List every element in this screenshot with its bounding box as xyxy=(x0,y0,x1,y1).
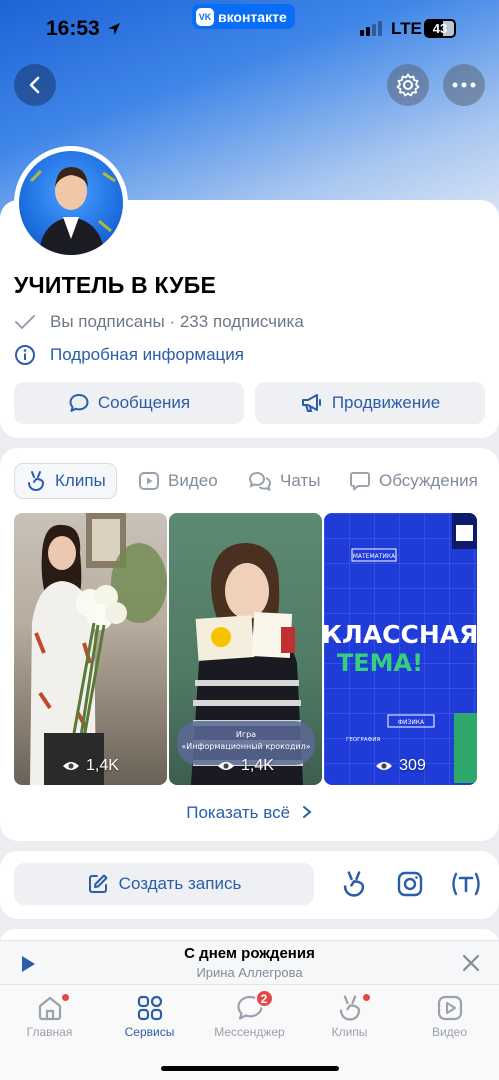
settings-button[interactable] xyxy=(387,64,429,106)
create-story-button[interactable] xyxy=(396,870,424,903)
svg-text:МАТЕМАТИКА: МАТЕМАТИКА xyxy=(353,553,396,560)
avatar[interactable] xyxy=(14,146,128,260)
video-icon xyxy=(437,995,462,1021)
video-icon xyxy=(139,472,159,490)
tab-discussions[interactable]: Обсуждения xyxy=(339,463,488,499)
nav-services[interactable]: Сервисы xyxy=(100,991,199,1039)
instagram-camera-icon xyxy=(397,871,423,897)
avatar-person-illustration xyxy=(29,167,116,255)
messenger-badge: 2 xyxy=(254,989,274,1008)
details-link[interactable]: Подробная информация xyxy=(14,344,244,366)
discussion-icon xyxy=(350,472,370,491)
nav-video[interactable]: Видео xyxy=(400,991,499,1039)
check-icon xyxy=(15,315,35,330)
create-broadcast-button[interactable] xyxy=(450,870,482,903)
bottom-navigation: Главная Сервисы 2 Мессенджер Клипы Видео xyxy=(0,984,499,1080)
more-button[interactable] xyxy=(443,64,485,106)
clips-icon xyxy=(28,471,45,492)
clip-2-image: Игра «Информационный крокодил» xyxy=(177,543,315,785)
player-track-title: С днем рождения xyxy=(184,945,315,962)
vk-logo-icon: VK xyxy=(196,7,214,26)
avatar-image xyxy=(19,151,123,255)
create-post-button[interactable]: Создать запись xyxy=(14,863,314,905)
clip-thumbnail-2[interactable]: Игра «Информационный крокодил» 1,4K xyxy=(169,513,322,785)
home-indicator xyxy=(161,1066,339,1071)
clip-1-image xyxy=(30,513,167,785)
clip-3-image: МАТЕМАТИКА КЛАССНАЯ ТЕМА! ФИЗИКА ГЕОГРАФ… xyxy=(324,513,477,785)
clip-thumbnail-1[interactable]: 1,4K xyxy=(14,513,167,785)
create-clip-button[interactable] xyxy=(340,870,368,903)
close-icon[interactable] xyxy=(462,954,480,972)
svg-text:«Информационный крокодил»: «Информационный крокодил» xyxy=(181,742,310,751)
tab-video[interactable]: Видео xyxy=(128,463,228,499)
svg-text:КЛАССНАЯ: КЛАССНАЯ xyxy=(324,620,477,649)
info-icon xyxy=(15,345,35,365)
nav-home[interactable]: Главная xyxy=(0,991,99,1039)
eye-icon xyxy=(376,762,393,770)
nav-messenger[interactable]: 2 Мессенджер xyxy=(200,989,299,1039)
vk-app-pill[interactable]: VK вконтакте xyxy=(192,4,295,29)
clip-views-1: 1,4K xyxy=(14,757,167,775)
tab-chats[interactable]: Чаты xyxy=(238,463,330,499)
tab-clips[interactable]: Клипы xyxy=(14,463,117,499)
mini-player[interactable]: С днем рождения Ирина Аллегрова xyxy=(0,940,499,984)
eye-icon xyxy=(63,762,80,770)
subscription-status: Вы подписаны · 233 подписчика xyxy=(14,312,304,332)
gear-icon xyxy=(396,73,420,97)
status-time: 16:53 xyxy=(46,17,122,41)
clip-views-2: 1,4K xyxy=(169,757,322,775)
chats-icon xyxy=(248,471,272,492)
svg-text:ФИЗИКА: ФИЗИКА xyxy=(398,719,425,726)
nav-clips[interactable]: Клипы xyxy=(300,991,399,1039)
clip-views-3: 309 xyxy=(324,757,477,775)
eye-icon xyxy=(218,762,235,770)
clip-thumbnail-3[interactable]: МАТЕМАТИКА КЛАССНАЯ ТЕМА! ФИЗИКА ГЕОГРАФ… xyxy=(324,513,477,785)
svg-text:Игра: Игра xyxy=(236,730,256,739)
services-icon xyxy=(137,995,162,1021)
back-button[interactable] xyxy=(14,64,56,106)
clips-icon xyxy=(339,995,360,1021)
chevron-right-icon xyxy=(302,806,312,818)
page-title: УЧИТЕЛЬ В КУБЕ xyxy=(14,272,217,298)
clips-icon xyxy=(343,871,365,897)
megaphone-icon xyxy=(301,394,321,412)
show-all-link[interactable]: Показать всё xyxy=(0,803,499,823)
edit-icon xyxy=(88,874,108,893)
notification-dot xyxy=(362,994,370,1001)
svg-text:ГЕОГРАФИЯ: ГЕОГРАФИЯ xyxy=(346,737,380,743)
network-type: LTE xyxy=(391,19,422,38)
message-bubble-icon xyxy=(69,394,89,412)
broadcast-icon xyxy=(452,872,480,896)
more-dots-icon xyxy=(452,82,476,88)
home-icon xyxy=(38,996,61,1021)
promotion-button[interactable]: Продвижение xyxy=(255,382,485,424)
chevron-left-icon xyxy=(29,76,40,94)
battery-icon: 43 xyxy=(424,19,456,38)
svg-text:ТЕМА!: ТЕМА! xyxy=(337,649,423,677)
location-arrow-icon xyxy=(107,23,120,35)
signal-icon xyxy=(360,21,382,36)
notification-dot xyxy=(61,994,69,1001)
status-bar: 16:53 VK вконтакте LTE 43 xyxy=(0,0,499,60)
player-artist: Ирина Аллегрова xyxy=(196,965,303,980)
messages-button[interactable]: Сообщения xyxy=(14,382,244,424)
